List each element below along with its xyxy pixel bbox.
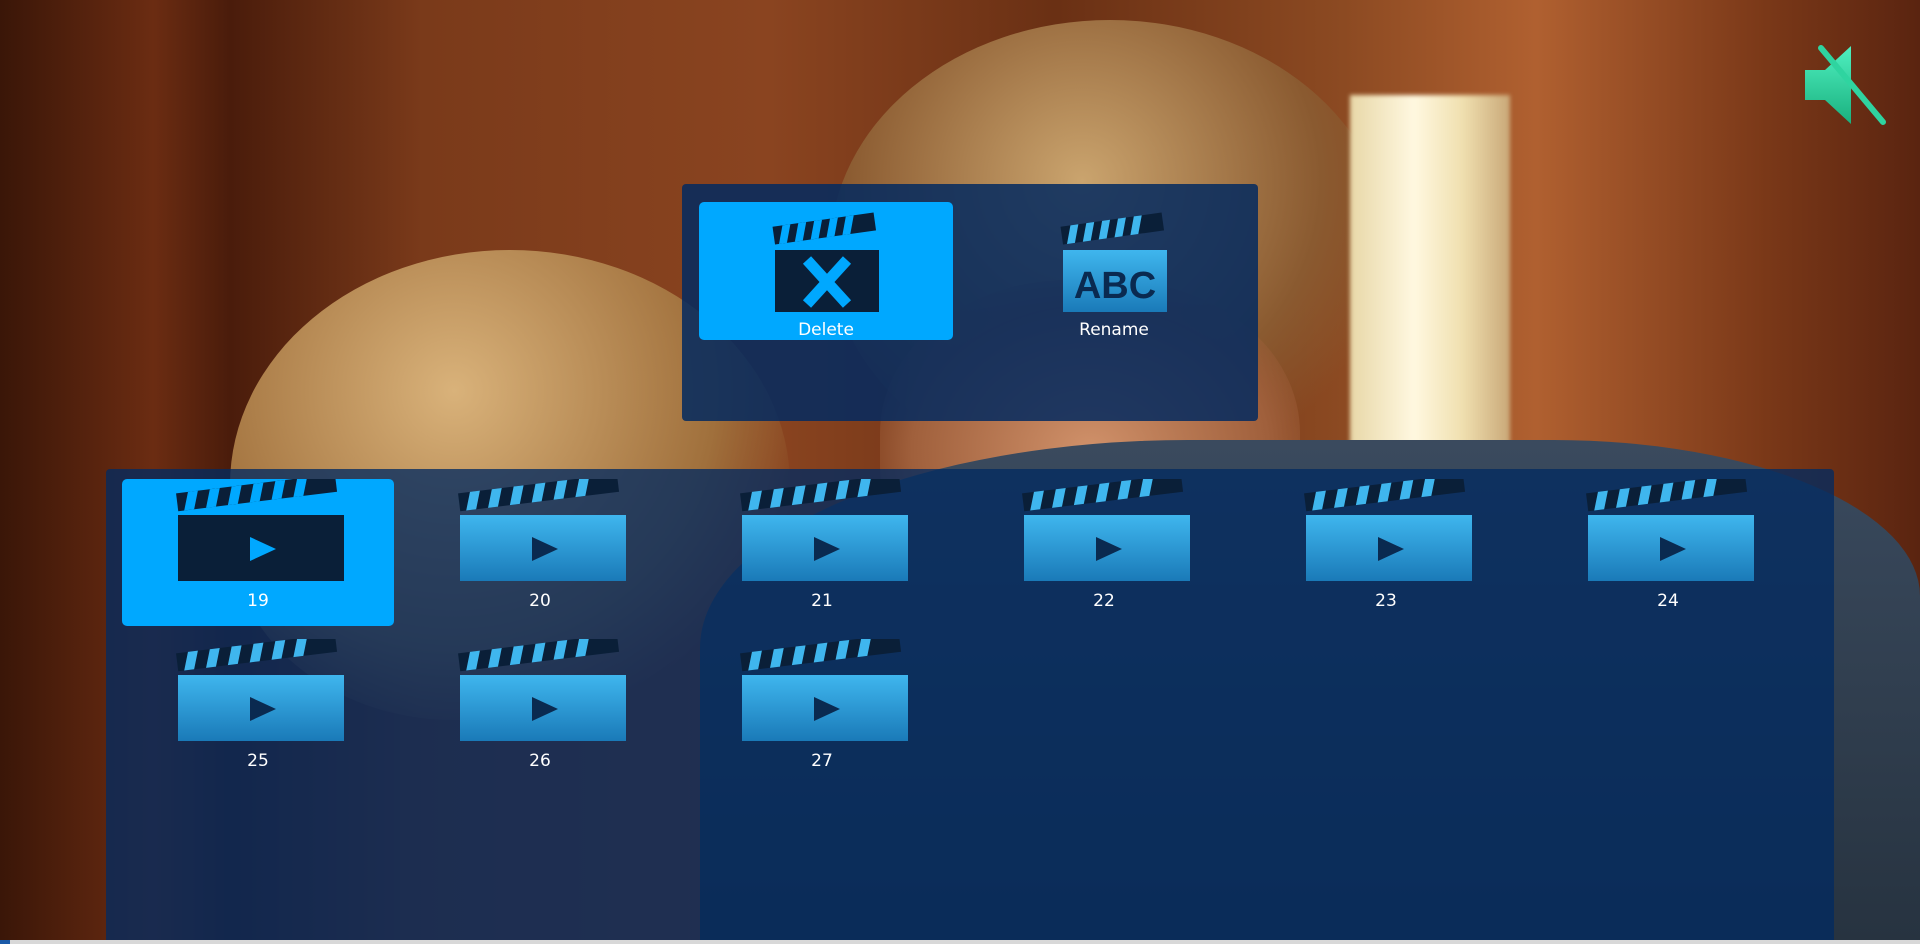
video-tile-25[interactable]: 25 [122, 633, 394, 786]
mute-icon[interactable] [1803, 40, 1887, 130]
video-tile-26[interactable]: 26 [404, 633, 676, 786]
video-label: 23 [1375, 591, 1397, 611]
video-label: 20 [529, 591, 551, 611]
video-label: 22 [1093, 591, 1115, 611]
video-tile-24[interactable]: 24 [1532, 473, 1804, 626]
video-label: 19 [247, 591, 269, 611]
video-tile-21[interactable]: 21 [686, 473, 958, 626]
video-label: 25 [247, 751, 269, 771]
video-grid: 19 20 21 22 23 24 25 26 27 [106, 469, 1834, 944]
rename-label: Rename [1079, 320, 1149, 340]
clapper-play-icon [738, 633, 908, 743]
video-tile-23[interactable]: 23 [1250, 473, 1522, 626]
delete-label: Delete [798, 320, 854, 340]
clapper-play-icon [1584, 473, 1754, 583]
video-tile-22[interactable]: 22 [968, 473, 1240, 626]
video-tile-20[interactable]: 20 [404, 473, 676, 626]
rename-icon-text: ABC [1074, 265, 1156, 307]
clapper-play-icon [456, 633, 626, 743]
video-tile-19[interactable]: 19 [122, 473, 394, 626]
delete-button[interactable]: Delete [699, 202, 953, 340]
clapper-play-icon [1020, 473, 1190, 583]
video-tile-27[interactable]: 27 [686, 633, 958, 786]
video-label: 24 [1657, 591, 1679, 611]
clapper-play-icon [1302, 473, 1472, 583]
context-menu: Delete ABC Rename [682, 184, 1258, 421]
video-label: 27 [811, 751, 833, 771]
clapper-play-icon [174, 473, 344, 583]
bottom-strip [0, 940, 1920, 944]
clapper-abc-icon: ABC [1059, 204, 1171, 314]
clapper-play-icon [738, 473, 908, 583]
clapper-play-icon [174, 633, 344, 743]
clapper-delete-icon [771, 204, 883, 314]
rename-button[interactable]: ABC Rename [987, 202, 1241, 340]
video-label: 21 [811, 591, 833, 611]
clapper-play-icon [456, 473, 626, 583]
video-label: 26 [529, 751, 551, 771]
